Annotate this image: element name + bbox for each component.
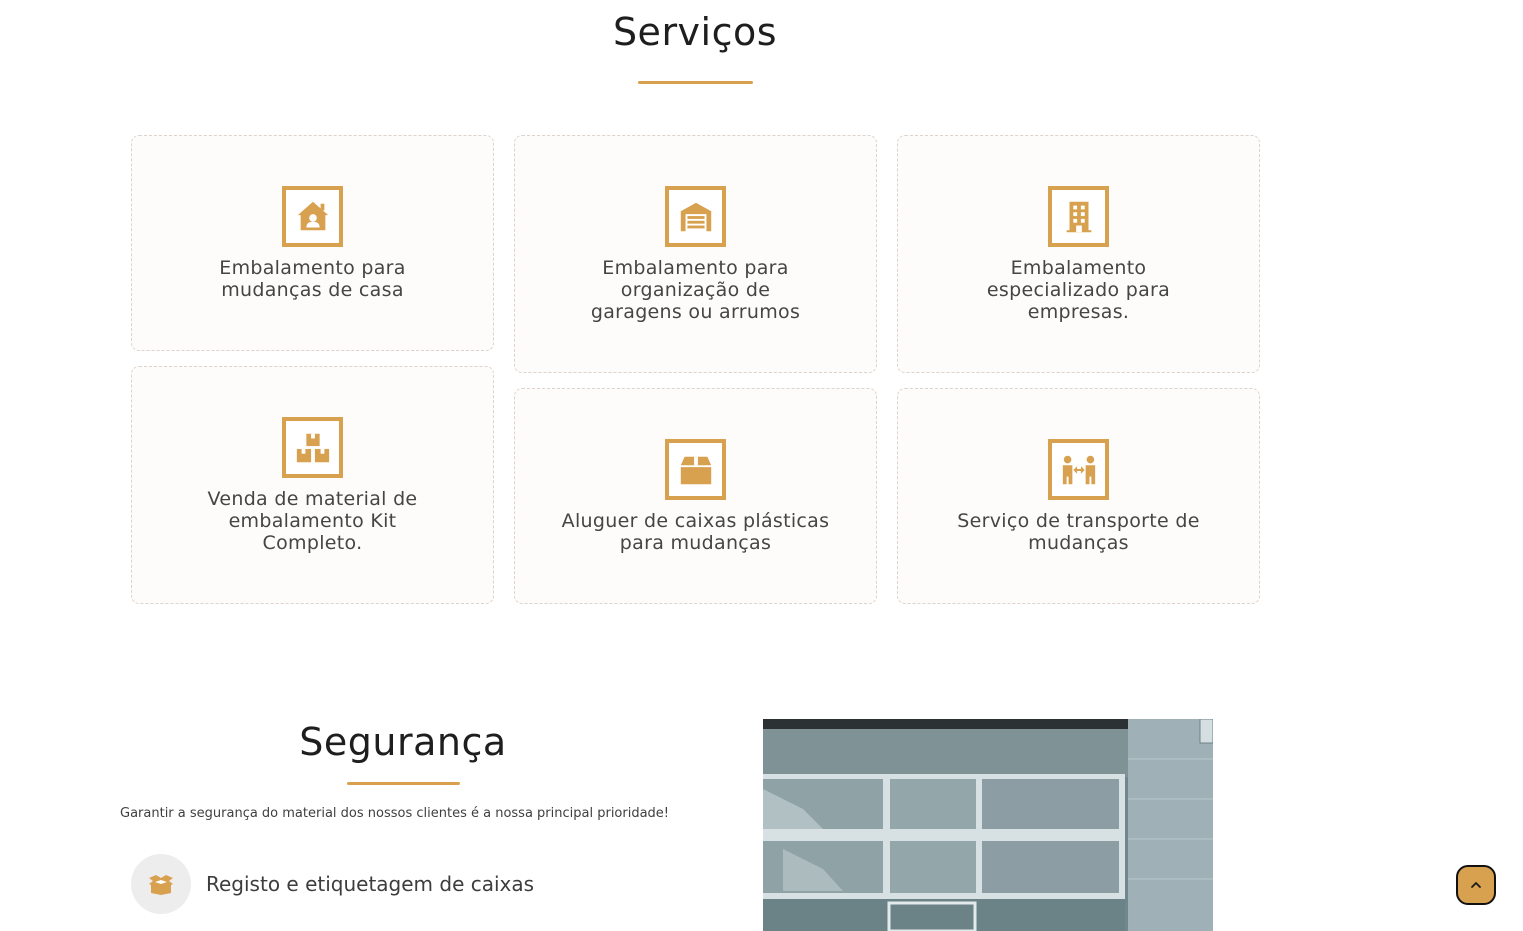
- feature-item: Registo e etiquetagem de caixas: [131, 854, 534, 914]
- scroll-to-top-button[interactable]: [1456, 865, 1496, 905]
- service-label: Embalamento para mudanças de casa: [219, 257, 406, 301]
- box-open-icon: [131, 854, 191, 914]
- box-icon: [665, 439, 726, 500]
- house-user-icon: [282, 186, 343, 247]
- warehouse-icon: [665, 186, 726, 247]
- service-label: Serviço de transporte de mudanças: [957, 510, 1200, 554]
- feature-label: Registo e etiquetagem de caixas: [206, 872, 535, 896]
- chevron-up-icon: [1471, 882, 1481, 888]
- building-icon: [1048, 186, 1109, 247]
- service-card-boxes[interactable]: Aluguer de caixas plásticas para mudança…: [514, 388, 877, 604]
- boxes-icon: [282, 417, 343, 478]
- service-label: Aluguer de caixas plásticas para mudança…: [561, 510, 830, 554]
- services-title: Serviços: [612, 10, 778, 54]
- service-label: Embalamento especializado para empresas.: [986, 257, 1171, 323]
- service-card-material[interactable]: Venda de material de embalamento Kit Com…: [131, 366, 494, 604]
- service-card-transport[interactable]: Serviço de transporte de mudanças: [897, 388, 1260, 604]
- services-title-underline: [638, 81, 753, 84]
- people-arrows-icon: [1048, 439, 1109, 500]
- security-photo: [763, 719, 1213, 931]
- security-title: Segurança: [299, 720, 507, 764]
- service-label: Venda de material de embalamento Kit Com…: [207, 488, 418, 554]
- security-subtitle: Garantir a segurança do material dos nos…: [120, 806, 670, 821]
- service-card-business[interactable]: Embalamento especializado para empresas.: [897, 135, 1260, 373]
- service-label: Embalamento para organização de garagens…: [590, 257, 801, 323]
- service-card-house[interactable]: Embalamento para mudanças de casa: [131, 135, 494, 351]
- service-card-garage[interactable]: Embalamento para organização de garagens…: [514, 135, 877, 373]
- security-title-underline: [347, 782, 460, 785]
